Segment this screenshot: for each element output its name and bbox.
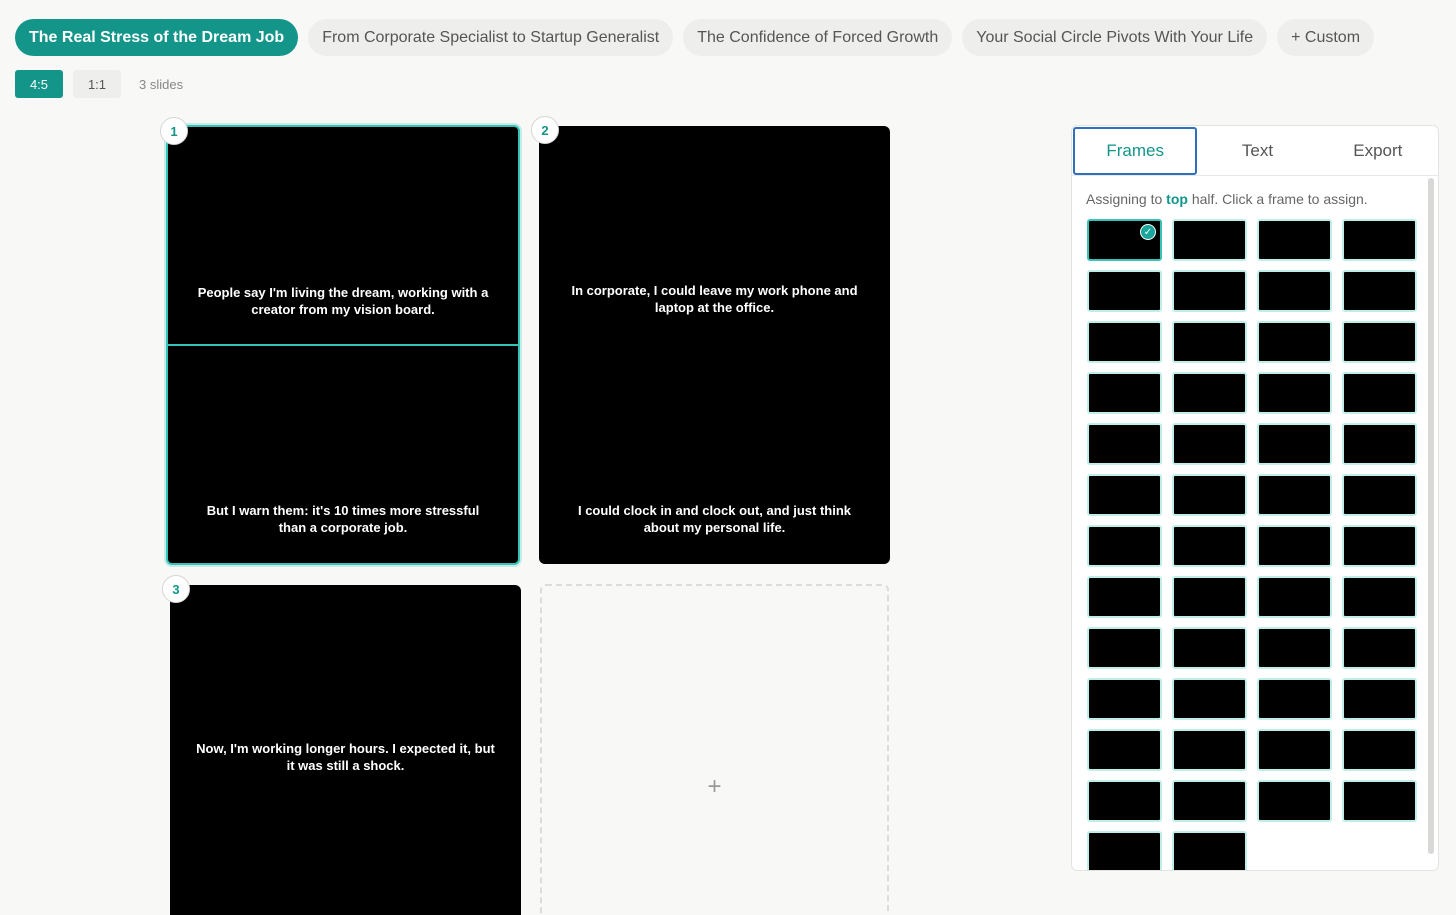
slide-1-bottom-caption: But I warn them: it's 10 times more stre… (206, 503, 480, 535)
slide-3-top-half[interactable]: Now, I'm working longer hours. I expecte… (170, 585, 521, 802)
frame-thumbnail[interactable] (1172, 474, 1247, 516)
ratio-1-1-button[interactable]: 1:1 (73, 70, 121, 98)
custom-story-button[interactable]: + Custom (1277, 19, 1375, 56)
frame-thumbnail[interactable] (1172, 780, 1247, 822)
frame-thumbnail[interactable] (1257, 525, 1332, 567)
slide-2-bottom-caption: I could clock in and clock out, and just… (577, 503, 852, 535)
assign-prefix: Assigning to (1086, 191, 1163, 207)
frame-thumbnail[interactable] (1342, 474, 1417, 516)
frame-thumbnail[interactable] (1172, 678, 1247, 720)
add-slide-button[interactable]: + (540, 584, 889, 915)
frame-thumbnail[interactable] (1257, 627, 1332, 669)
frame-thumbnail[interactable] (1342, 270, 1417, 312)
slide-count: 3 slides (139, 76, 184, 92)
slide-1-bottom-half[interactable]: But I warn them: it's 10 times more stre… (168, 346, 518, 563)
frame-thumbnail[interactable] (1087, 270, 1162, 312)
frame-thumbnail[interactable] (1342, 576, 1417, 618)
tab-frames[interactable]: Frames (1073, 127, 1198, 175)
panel-scrollbar[interactable] (1428, 178, 1434, 854)
plus-icon: + (707, 772, 722, 800)
frame-thumbnail[interactable] (1257, 678, 1332, 720)
slide-2-top-half[interactable]: In corporate, I could leave my work phon… (539, 126, 890, 343)
frame-thumbnail[interactable] (1257, 423, 1332, 465)
frame-thumbnail[interactable] (1257, 270, 1332, 312)
frame-thumbnail[interactable] (1172, 576, 1247, 618)
frame-thumbnail[interactable] (1087, 831, 1162, 870)
frame-thumbnail[interactable] (1257, 780, 1332, 822)
slide-3[interactable]: Now, I'm working longer hours. I expecte… (162, 575, 521, 915)
check-icon: ✓ (1140, 224, 1156, 240)
frame-thumbnail[interactable] (1172, 525, 1247, 567)
frame-thumbnail[interactable] (1172, 831, 1247, 870)
slide-1[interactable]: People say I'm living the dream, working… (160, 117, 520, 565)
assign-suffix: half. Click a frame to assign. (1191, 191, 1368, 207)
frame-thumbnail[interactable] (1342, 423, 1417, 465)
slide-1-top-caption: People say I'm living the dream, working… (197, 285, 489, 317)
assign-instructions: Assigning to top half. Click a frame to … (1072, 176, 1438, 219)
slide-number-badge: 1 (160, 117, 188, 145)
frame-thumbnail[interactable] (1257, 729, 1332, 771)
frame-thumbnail[interactable] (1172, 219, 1247, 261)
frame-thumbnail[interactable]: ✓ (1087, 219, 1162, 261)
frame-thumbnail[interactable] (1172, 729, 1247, 771)
frame-thumbnail[interactable] (1172, 627, 1247, 669)
assign-target: top (1166, 191, 1188, 207)
frame-thumbnail[interactable] (1172, 321, 1247, 363)
frame-thumbnail[interactable] (1087, 474, 1162, 516)
slide-3-top-caption: Now, I'm working longer hours. I expecte… (196, 741, 495, 773)
frame-thumbnail[interactable] (1087, 627, 1162, 669)
frame-thumbnail[interactable] (1257, 372, 1332, 414)
frame-thumbnail[interactable] (1342, 678, 1417, 720)
frame-thumbnail[interactable] (1087, 729, 1162, 771)
frame-thumbnail[interactable] (1087, 576, 1162, 618)
frame-thumbnail[interactable] (1087, 678, 1162, 720)
panel-tabs: Frames Text Export (1072, 126, 1438, 176)
story-tab-corporate-to-startup[interactable]: From Corporate Specialist to Startup Gen… (308, 19, 674, 56)
story-tab-forced-growth[interactable]: The Confidence of Forced Growth (683, 19, 953, 56)
frame-thumbnail[interactable] (1257, 219, 1332, 261)
frame-thumbnail[interactable] (1257, 321, 1332, 363)
tab-export[interactable]: Export (1318, 126, 1438, 175)
slide-2[interactable]: In corporate, I could leave my work phon… (531, 116, 890, 564)
frame-thumbnail[interactable] (1342, 780, 1417, 822)
story-tabs: The Real Stress of the Dream Job From Co… (15, 19, 1375, 56)
frame-thumbnail[interactable] (1087, 321, 1162, 363)
ratio-toggle-row: 4:5 1:1 3 slides (15, 70, 183, 98)
story-tab-social-circle[interactable]: Your Social Circle Pivots With Your Life (962, 19, 1268, 56)
frame-thumbnail[interactable] (1087, 423, 1162, 465)
frame-grid: ✓ (1072, 219, 1438, 870)
frame-thumbnail[interactable] (1342, 219, 1417, 261)
frame-thumbnail[interactable] (1087, 525, 1162, 567)
frames-panel: Frames Text Export Assigning to top half… (1071, 125, 1439, 871)
frame-thumbnail[interactable] (1342, 729, 1417, 771)
frame-thumbnail[interactable] (1172, 423, 1247, 465)
frame-thumbnail[interactable] (1257, 576, 1332, 618)
slide-2-bottom-half[interactable]: I could clock in and clock out, and just… (539, 345, 890, 564)
frame-thumbnail[interactable] (1342, 627, 1417, 669)
story-tab-real-stress[interactable]: The Real Stress of the Dream Job (15, 19, 299, 56)
slide-2-top-caption: In corporate, I could leave my work phon… (571, 283, 858, 315)
frame-thumbnail[interactable] (1342, 372, 1417, 414)
slide-number-badge: 3 (162, 575, 190, 603)
tab-text[interactable]: Text (1197, 126, 1317, 175)
ratio-4-5-button[interactable]: 4:5 (15, 70, 63, 98)
slide-1-top-half[interactable]: People say I'm living the dream, working… (168, 127, 518, 344)
frame-thumbnail[interactable] (1257, 474, 1332, 516)
frame-thumbnail[interactable] (1342, 525, 1417, 567)
frame-thumbnail[interactable] (1087, 372, 1162, 414)
frame-thumbnail[interactable] (1342, 321, 1417, 363)
frame-thumbnail[interactable] (1172, 372, 1247, 414)
frame-thumbnail[interactable] (1087, 780, 1162, 822)
slide-number-badge: 2 (531, 116, 559, 144)
frame-thumbnail[interactable] (1172, 270, 1247, 312)
